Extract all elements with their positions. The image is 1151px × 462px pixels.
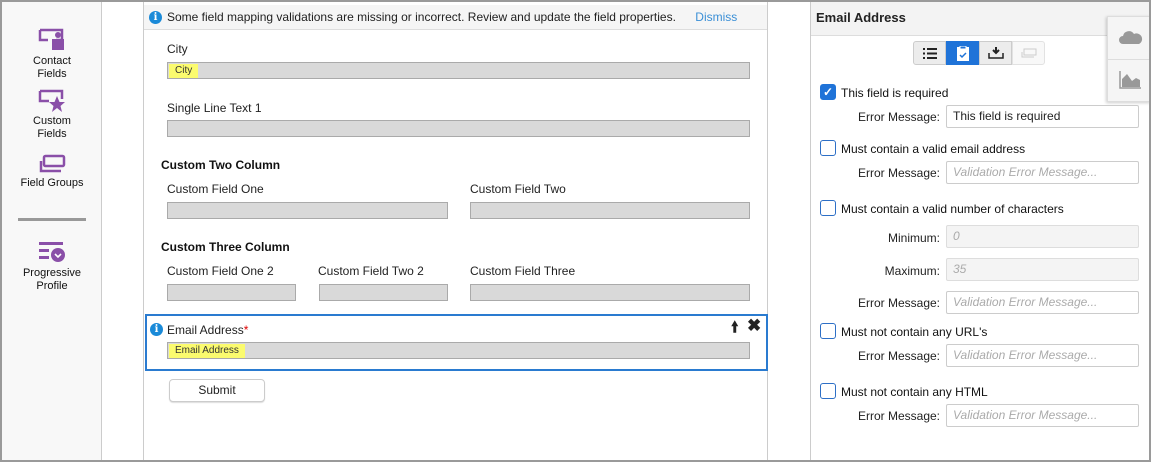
list-icon (922, 47, 937, 59)
sidebar-label: Field Groups (20, 177, 84, 189)
floating-side-tabs (1107, 16, 1151, 102)
city-mapping: City (169, 64, 199, 78)
url-validation-checkbox[interactable] (820, 323, 836, 339)
custom-field-one-2[interactable] (167, 284, 296, 301)
sidebar-label: Custom (33, 115, 71, 127)
sidebar: Contact Fields Custom Fields Field Group… (2, 2, 102, 460)
download-tray-icon (987, 47, 1004, 59)
sidebar-item-contact-fields[interactable]: Contact Fields (2, 26, 102, 81)
url-validation-label: Must not contain any URL's (841, 325, 988, 339)
city-label: City (167, 42, 188, 56)
panel-title: Email Address (811, 2, 1149, 36)
sidebar-divider (18, 218, 86, 221)
sidebar-label: Profile (36, 280, 68, 292)
city-field[interactable]: City (167, 62, 750, 79)
move-up-icon[interactable]: 🠙 (731, 317, 739, 342)
sidebar-label: Fields (37, 68, 67, 80)
banner-message: Some field mapping validations are missi… (167, 10, 676, 24)
dismiss-link[interactable]: Dismiss (695, 10, 737, 24)
error-message-label: Error Message: (857, 166, 940, 180)
progressive-profile-icon (39, 242, 65, 262)
validation-tab[interactable] (946, 41, 979, 65)
validation-banner: i Some field mapping validations are mis… (144, 5, 767, 30)
single-line-label: Single Line Text 1 (167, 101, 262, 115)
two-column-heading: Custom Two Column (161, 158, 281, 172)
single-line-field[interactable] (167, 120, 750, 137)
required-error-input[interactable]: This field is required (946, 105, 1139, 128)
custom-field-one[interactable] (167, 202, 448, 219)
import-tab[interactable] (979, 41, 1012, 65)
html-error-input[interactable]: Validation Error Message... (946, 404, 1139, 427)
field-groups-icon (39, 154, 66, 173)
error-message-label: Error Message: (857, 409, 940, 423)
sidebar-item-custom-fields[interactable]: Custom Fields (2, 88, 102, 141)
custom-field-two[interactable] (470, 202, 750, 219)
clipboard-check-icon (956, 45, 969, 61)
info-icon: i (149, 11, 162, 24)
required-checkbox[interactable]: ✓ (820, 84, 836, 100)
divider (1108, 59, 1150, 60)
list-view-tab[interactable] (913, 41, 946, 65)
cloud-icon[interactable] (1119, 30, 1143, 44)
length-error-input[interactable]: Validation Error Message... (946, 291, 1139, 314)
sidebar-item-progressive-profile[interactable]: Progressive Profile (2, 240, 102, 293)
minimum-label: Minimum: (887, 231, 940, 245)
length-validation-label: Must contain a valid number of character… (841, 202, 1064, 216)
error-message-label: Error Message: (857, 110, 940, 124)
custom-field-two-label: Custom Field Two (470, 182, 566, 196)
error-message-label: Error Message: (857, 349, 940, 363)
email-mapping: Email Address (169, 344, 245, 358)
sidebar-label: Contact (33, 55, 71, 67)
sidebar-item-field-groups[interactable]: Field Groups (2, 154, 102, 190)
required-label: This field is required (841, 86, 949, 100)
email-error-input[interactable]: Validation Error Message... (946, 161, 1139, 184)
maximum-input[interactable]: 35 (946, 258, 1139, 281)
email-validation-label: Must contain a valid email address (841, 142, 1026, 156)
length-validation-checkbox[interactable] (820, 200, 836, 216)
error-message-label: Error Message: (857, 296, 940, 310)
info-icon: i (150, 323, 163, 336)
custom-field-one-label: Custom Field One (167, 182, 264, 196)
three-column-heading: Custom Three Column (161, 240, 290, 254)
sidebar-label: Fields (37, 128, 67, 140)
html-validation-checkbox[interactable] (820, 383, 836, 399)
contact-fields-icon (38, 28, 64, 50)
close-icon[interactable]: ✖ (747, 316, 761, 336)
star-field-icon (38, 89, 65, 112)
custom-field-one-2-label: Custom Field One 2 (167, 264, 274, 278)
email-validation-checkbox[interactable] (820, 140, 836, 156)
email-field[interactable]: Email Address (167, 342, 750, 359)
layout-tab[interactable] (1012, 41, 1045, 65)
html-validation-label: Must not contain any HTML (841, 385, 988, 399)
email-label: Email Address* (167, 323, 249, 337)
email-field-container-selected[interactable]: i Email Address* 🠙 ✖ Email Address (145, 314, 768, 371)
custom-field-three-label: Custom Field Three (470, 264, 576, 278)
layout-icon (1021, 48, 1036, 58)
custom-field-three[interactable] (470, 284, 750, 301)
submit-button[interactable]: Submit (169, 379, 265, 402)
url-error-input[interactable]: Validation Error Message... (946, 344, 1139, 367)
custom-field-two-2[interactable] (319, 284, 448, 301)
area-chart-icon[interactable] (1119, 71, 1141, 89)
custom-field-two-2-label: Custom Field Two 2 (318, 264, 424, 278)
maximum-label: Maximum: (884, 264, 940, 278)
minimum-input[interactable]: 0 (946, 225, 1139, 248)
sidebar-label: Progressive (22, 267, 82, 279)
